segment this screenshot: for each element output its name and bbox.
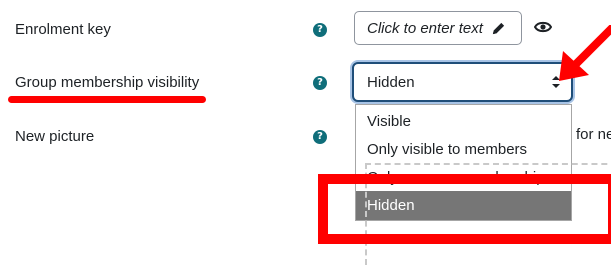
group-visibility-select[interactable]: Hidden: [352, 62, 573, 102]
help-icon[interactable]: ?: [313, 76, 327, 90]
file-picker-text: for ne: [576, 126, 611, 143]
annotation-arrow-icon: [559, 25, 611, 81]
option-only-visible-to-members[interactable]: Only visible to members: [356, 135, 571, 164]
eye-icon[interactable]: [534, 20, 552, 34]
annotation-highlight-box: [318, 174, 611, 244]
annotation-underline: [8, 96, 206, 103]
enrolment-key-label: Enrolment key: [15, 21, 111, 38]
option-visible[interactable]: Visible: [356, 107, 571, 136]
new-picture-label: New picture: [15, 128, 95, 145]
help-icon[interactable]: ?: [313, 130, 327, 144]
group-visibility-selected: Hidden: [367, 73, 415, 91]
help-icon[interactable]: ?: [313, 23, 327, 37]
pencil-icon: [492, 22, 505, 34]
group-visibility-label: Group membership visibility: [15, 74, 200, 91]
enrolment-key-field[interactable]: Click to enter text: [354, 11, 522, 45]
enrolment-key-value: Click to enter text: [367, 19, 483, 37]
